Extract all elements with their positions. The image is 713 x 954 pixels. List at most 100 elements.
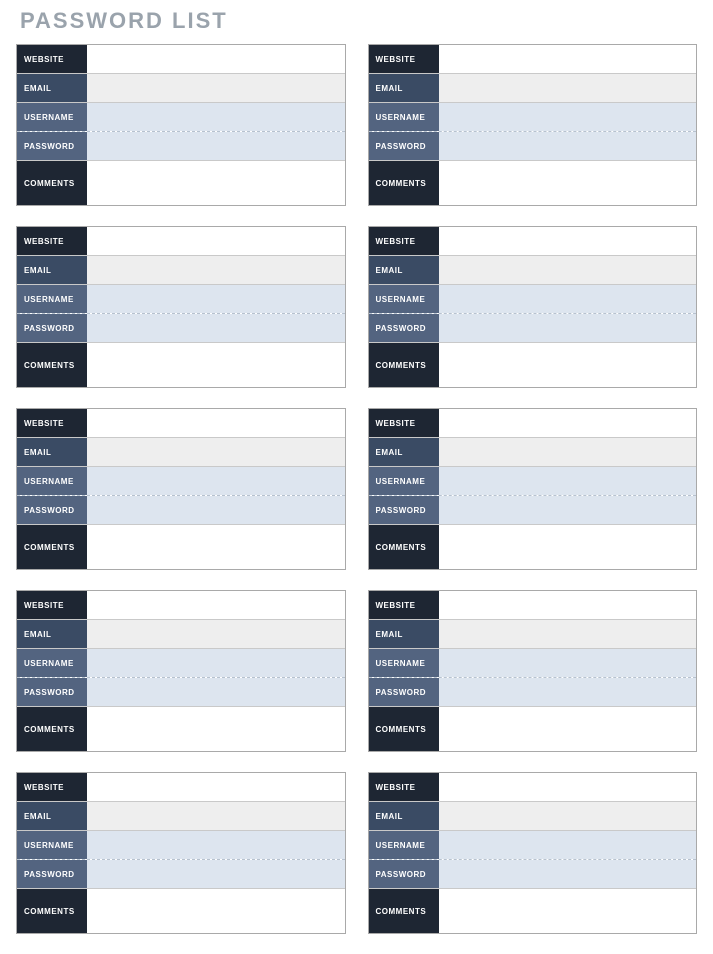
comments-value[interactable] — [87, 343, 345, 387]
password-label: PASSWORD — [17, 496, 87, 524]
username-value[interactable] — [439, 831, 697, 859]
username-value[interactable] — [439, 285, 697, 313]
email-value[interactable] — [87, 802, 345, 830]
username-value[interactable] — [87, 285, 345, 313]
website-row: WEBSITE — [17, 773, 345, 802]
website-value[interactable] — [439, 773, 697, 801]
username-row: USERNAME — [17, 831, 345, 860]
password-entry-card: WEBSITEEMAILUSERNAMEPASSWORDCOMMENTS — [16, 226, 346, 388]
password-value[interactable] — [87, 314, 345, 342]
password-row: PASSWORD — [17, 678, 345, 707]
comments-row: COMMENTS — [17, 161, 345, 205]
website-label: WEBSITE — [369, 409, 439, 437]
email-row: EMAIL — [369, 620, 697, 649]
username-value[interactable] — [87, 103, 345, 131]
password-entry-card: WEBSITEEMAILUSERNAMEPASSWORDCOMMENTS — [368, 772, 698, 934]
username-label: USERNAME — [17, 103, 87, 131]
website-row: WEBSITE — [17, 591, 345, 620]
email-value[interactable] — [439, 802, 697, 830]
username-label: USERNAME — [17, 285, 87, 313]
comments-label: COMMENTS — [369, 707, 439, 751]
username-value[interactable] — [439, 103, 697, 131]
comments-value[interactable] — [87, 707, 345, 751]
password-value[interactable] — [87, 496, 345, 524]
comments-value[interactable] — [439, 889, 697, 933]
comments-value[interactable] — [87, 525, 345, 569]
comments-row: COMMENTS — [369, 707, 697, 751]
username-label: USERNAME — [17, 831, 87, 859]
website-value[interactable] — [87, 773, 345, 801]
email-value[interactable] — [439, 256, 697, 284]
comments-value[interactable] — [87, 161, 345, 205]
website-label: WEBSITE — [369, 45, 439, 73]
username-label: USERNAME — [369, 103, 439, 131]
username-value[interactable] — [87, 467, 345, 495]
website-value[interactable] — [439, 591, 697, 619]
email-label: EMAIL — [17, 438, 87, 466]
comments-label: COMMENTS — [369, 525, 439, 569]
website-label: WEBSITE — [17, 45, 87, 73]
password-value[interactable] — [87, 678, 345, 706]
email-row: EMAIL — [17, 438, 345, 467]
email-value[interactable] — [87, 620, 345, 648]
username-value[interactable] — [439, 649, 697, 677]
password-value[interactable] — [87, 860, 345, 888]
website-label: WEBSITE — [369, 591, 439, 619]
email-label: EMAIL — [17, 802, 87, 830]
email-value[interactable] — [87, 74, 345, 102]
comments-row: COMMENTS — [369, 343, 697, 387]
website-value[interactable] — [439, 45, 697, 73]
comments-label: COMMENTS — [369, 889, 439, 933]
username-label: USERNAME — [17, 467, 87, 495]
website-value[interactable] — [439, 227, 697, 255]
email-value[interactable] — [87, 438, 345, 466]
password-value[interactable] — [439, 496, 697, 524]
username-row: USERNAME — [369, 103, 697, 132]
website-value[interactable] — [87, 591, 345, 619]
comments-value[interactable] — [87, 889, 345, 933]
comments-value[interactable] — [439, 707, 697, 751]
username-row: USERNAME — [369, 285, 697, 314]
password-label: PASSWORD — [17, 678, 87, 706]
password-row: PASSWORD — [17, 860, 345, 889]
comments-value[interactable] — [439, 161, 697, 205]
password-value[interactable] — [439, 678, 697, 706]
email-value[interactable] — [439, 74, 697, 102]
comments-row: COMMENTS — [17, 525, 345, 569]
username-row: USERNAME — [369, 831, 697, 860]
comments-value[interactable] — [439, 343, 697, 387]
username-value[interactable] — [439, 467, 697, 495]
comments-row: COMMENTS — [369, 161, 697, 205]
website-value[interactable] — [87, 45, 345, 73]
email-value[interactable] — [439, 438, 697, 466]
comments-label: COMMENTS — [369, 343, 439, 387]
website-value[interactable] — [87, 227, 345, 255]
password-value[interactable] — [439, 314, 697, 342]
password-value[interactable] — [439, 860, 697, 888]
password-value[interactable] — [439, 132, 697, 160]
email-label: EMAIL — [369, 438, 439, 466]
password-entry-card: WEBSITEEMAILUSERNAMEPASSWORDCOMMENTS — [16, 408, 346, 570]
username-value[interactable] — [87, 831, 345, 859]
website-value[interactable] — [87, 409, 345, 437]
website-row: WEBSITE — [369, 773, 697, 802]
username-value[interactable] — [87, 649, 345, 677]
password-row: PASSWORD — [17, 496, 345, 525]
comments-label: COMMENTS — [17, 707, 87, 751]
comments-label: COMMENTS — [17, 343, 87, 387]
email-value[interactable] — [87, 256, 345, 284]
password-label: PASSWORD — [369, 132, 439, 160]
comments-row: COMMENTS — [17, 707, 345, 751]
email-row: EMAIL — [369, 256, 697, 285]
username-row: USERNAME — [17, 103, 345, 132]
email-value[interactable] — [439, 620, 697, 648]
password-value[interactable] — [87, 132, 345, 160]
password-row: PASSWORD — [17, 132, 345, 161]
email-row: EMAIL — [369, 74, 697, 103]
password-label: PASSWORD — [17, 860, 87, 888]
comments-value[interactable] — [439, 525, 697, 569]
website-value[interactable] — [439, 409, 697, 437]
website-row: WEBSITE — [369, 409, 697, 438]
password-row: PASSWORD — [369, 860, 697, 889]
password-label: PASSWORD — [17, 132, 87, 160]
